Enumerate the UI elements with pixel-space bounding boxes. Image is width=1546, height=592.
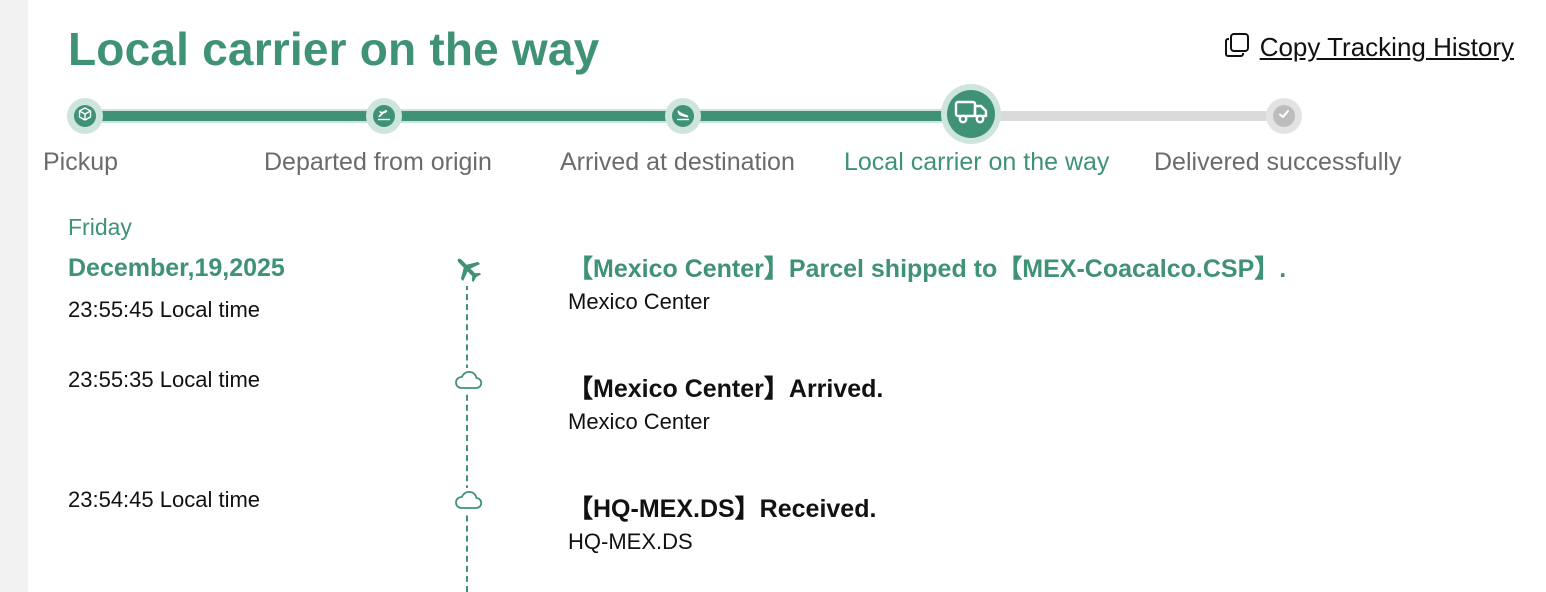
step-node-arrived	[665, 98, 701, 134]
truck-icon	[954, 99, 988, 130]
step-label-arrived: Arrived at destination	[560, 148, 795, 176]
left-edge-strip	[0, 0, 28, 592]
event-title: 【Mexico Center】Arrived.	[568, 375, 884, 403]
step-node-departed	[366, 98, 402, 134]
copy-tracking-history-label: Copy Tracking History	[1259, 32, 1514, 62]
event-time: 23:55:45 Local time	[68, 297, 261, 322]
step-node-local-carrier	[941, 84, 1001, 144]
copy-icon	[1224, 32, 1250, 63]
event-time: 23:54:45 Local time	[68, 487, 261, 512]
step-label-pickup: Pickup	[43, 148, 119, 176]
cloud-icon	[452, 488, 484, 512]
event-location: Mexico Center	[568, 289, 710, 314]
plane-arrival-icon	[676, 107, 690, 126]
cloud-icon	[452, 368, 484, 392]
step-label-delivered: Delivered successfully	[1154, 148, 1402, 176]
box-icon	[78, 106, 92, 126]
step-node-pickup	[67, 98, 103, 134]
event-location: HQ-MEX.DS	[568, 529, 693, 554]
plane-icon	[450, 252, 486, 286]
event-time: 23:55:35 Local time	[68, 367, 261, 392]
copy-tracking-history-button[interactable]: Copy Tracking History	[1224, 32, 1514, 63]
event-title: 【HQ-MEX.DS】Received.	[568, 495, 877, 523]
event-location: Mexico Center	[568, 409, 710, 434]
timeline-date: December,19,2025	[68, 254, 285, 282]
step-label-local-carrier: Local carrier on the way	[844, 148, 1110, 176]
step-node-delivered	[1266, 98, 1302, 134]
timeline-day: Friday	[68, 214, 132, 240]
timeline-connector	[466, 284, 468, 592]
progress-fill	[85, 111, 973, 121]
step-label-departed: Departed from origin	[264, 148, 492, 176]
page-title: Local carrier on the way	[68, 23, 600, 75]
check-icon	[1277, 107, 1291, 126]
event-title: 【Mexico Center】Parcel shipped to【MEX-Coa…	[568, 255, 1287, 283]
plane-departure-icon	[377, 107, 391, 126]
